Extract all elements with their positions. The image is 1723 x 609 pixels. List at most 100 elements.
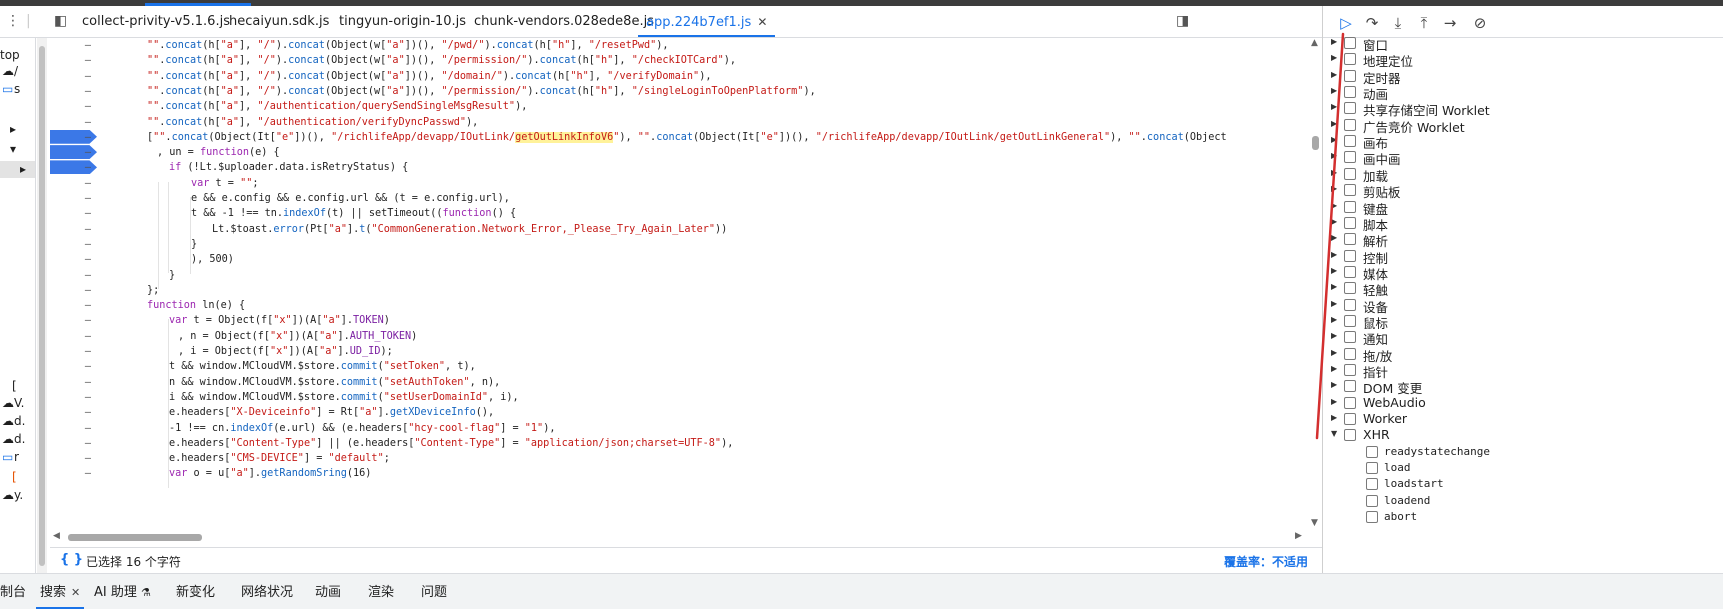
- breakpoint-category[interactable]: ▶ 控制: [1323, 247, 1723, 266]
- breakpoint-category[interactable]: ▶ 动画: [1323, 83, 1723, 102]
- category-checkbox[interactable]: [1344, 167, 1356, 180]
- drawer-tab-search[interactable]: 搜索 ✕: [40, 581, 80, 600]
- category-checkbox[interactable]: [1344, 314, 1356, 327]
- expand-arrow-icon[interactable]: ▶: [1331, 119, 1337, 128]
- expand-arrow-icon[interactable]: ▶: [1331, 37, 1337, 46]
- category-checkbox[interactable]: [1344, 396, 1356, 409]
- editor-vertical-scrollbar[interactable]: ▲ ▼: [1308, 38, 1322, 531]
- expand-arrow-icon[interactable]: ▶: [1331, 53, 1337, 62]
- category-checkbox[interactable]: [1344, 86, 1356, 99]
- expand-arrow-icon[interactable]: ▶: [1331, 266, 1337, 275]
- breakpoint-category[interactable]: ▶ 指针: [1323, 361, 1723, 380]
- scrollbar-thumb[interactable]: [68, 534, 202, 541]
- source-tab-active[interactable]: app.224b7ef1.js ✕: [638, 6, 776, 37]
- tree-item[interactable]: ▸: [0, 161, 35, 178]
- breakpoint-category[interactable]: ▶ 媒体: [1323, 263, 1723, 282]
- event-checkbox[interactable]: [1366, 445, 1378, 458]
- breakpoint-category[interactable]: ▶ 鼠标: [1323, 312, 1723, 331]
- drawer-tab-network-conditions[interactable]: 网络状况: [241, 581, 293, 600]
- breakpoint-category[interactable]: ▶ 地理定位: [1323, 50, 1723, 69]
- breakpoint-category[interactable]: ▶ 键盘: [1323, 198, 1723, 217]
- expand-arrow-icon[interactable]: ▶: [1331, 86, 1337, 95]
- expand-arrow-icon[interactable]: ▶: [1331, 282, 1337, 291]
- breakpoint-category[interactable]: ▶ 轻触: [1323, 279, 1723, 298]
- xhr-event-breakpoint[interactable]: readystatechange: [1323, 443, 1723, 461]
- more-menu-icon[interactable]: ⋮: [6, 13, 20, 29]
- tree-item[interactable]: ▸: [0, 121, 35, 138]
- expand-arrow-icon[interactable]: ▶: [1331, 380, 1337, 389]
- drawer-tab-ai-assistant[interactable]: AI 助理 ⚗: [94, 581, 151, 600]
- code-line[interactable]: – var o = u["a"].getRandomSring(16): [50, 465, 1308, 482]
- resume-icon[interactable]: ▷: [1335, 13, 1357, 33]
- expand-arrow-icon[interactable]: ▶: [1331, 70, 1337, 79]
- expand-arrow-icon[interactable]: ▶: [1331, 217, 1337, 226]
- category-checkbox[interactable]: [1344, 347, 1356, 360]
- scroll-up-icon[interactable]: ▲: [1311, 38, 1318, 48]
- event-checkbox[interactable]: [1366, 478, 1378, 491]
- category-checkbox[interactable]: [1344, 429, 1356, 442]
- category-checkbox[interactable]: [1344, 265, 1356, 278]
- drawer-tab-whats-new[interactable]: 新变化: [176, 581, 215, 600]
- source-tab[interactable]: collect-privity-v5.1.6.js: [82, 6, 230, 38]
- tree-item[interactable]: ☁ y.: [0, 487, 35, 504]
- pretty-print-button[interactable]: { }: [60, 552, 83, 567]
- scrollbar-thumb[interactable]: [39, 46, 45, 566]
- source-tab[interactable]: chunk-vendors.028ede8e.js: [474, 6, 654, 38]
- tree-item[interactable]: top: [0, 47, 35, 64]
- expand-arrow-icon[interactable]: ▶: [1331, 397, 1337, 406]
- navigator-scrollbar[interactable]: [37, 38, 47, 573]
- breakpoint-category[interactable]: ▶ 加载: [1323, 165, 1723, 184]
- expand-arrow-icon[interactable]: ▶: [1331, 102, 1337, 111]
- category-checkbox[interactable]: [1344, 233, 1356, 246]
- scroll-down-icon[interactable]: ▼: [1311, 518, 1318, 528]
- drawer-tab-issues[interactable]: 问题: [421, 581, 447, 600]
- step-into-icon[interactable]: ⤓: [1387, 13, 1409, 33]
- close-tab-icon[interactable]: ✕: [757, 15, 767, 29]
- collapse-arrow-icon[interactable]: ▼: [1331, 429, 1337, 438]
- category-checkbox[interactable]: [1344, 118, 1356, 131]
- toggle-navigator-icon[interactable]: ◧: [54, 13, 67, 29]
- scroll-right-icon[interactable]: ▶: [1295, 531, 1302, 541]
- category-checkbox[interactable]: [1344, 69, 1356, 82]
- editor-horizontal-scrollbar[interactable]: ◀ ▶: [50, 531, 1308, 543]
- expand-arrow-icon[interactable]: ▶: [1331, 184, 1337, 193]
- breakpoint-category[interactable]: ▶ 脚本: [1323, 214, 1723, 233]
- category-checkbox[interactable]: [1344, 53, 1356, 66]
- toggle-debugger-sidebar-icon[interactable]: ◨: [1176, 13, 1189, 29]
- event-checkbox[interactable]: [1366, 462, 1378, 475]
- source-tab[interactable]: tingyun-origin-10.js: [339, 6, 466, 38]
- scrollbar-thumb[interactable]: [1312, 136, 1319, 150]
- close-tab-icon[interactable]: ✕: [71, 586, 80, 599]
- breakpoint-category[interactable]: ▶ 画布: [1323, 132, 1723, 151]
- expand-arrow-icon[interactable]: ▶: [1331, 315, 1337, 324]
- breakpoint-category[interactable]: ▶ 通知: [1323, 328, 1723, 347]
- category-checkbox[interactable]: [1344, 380, 1356, 393]
- expand-arrow-icon[interactable]: ▶: [1331, 201, 1337, 210]
- event-checkbox[interactable]: [1366, 494, 1378, 507]
- step-icon[interactable]: →: [1439, 13, 1461, 33]
- breakpoint-category[interactable]: ▶ 设备: [1323, 296, 1723, 315]
- line-gutter-marker[interactable]: –: [80, 465, 96, 482]
- xhr-event-breakpoint[interactable]: loadend: [1323, 492, 1723, 510]
- category-checkbox[interactable]: [1344, 135, 1356, 148]
- scroll-left-icon[interactable]: ◀: [53, 531, 60, 541]
- breakpoint-category[interactable]: ▶ 窗口: [1323, 34, 1723, 53]
- breakpoint-category[interactable]: ▶ 解析: [1323, 230, 1723, 249]
- step-over-icon[interactable]: ↷: [1361, 13, 1383, 33]
- expand-arrow-icon[interactable]: ▶: [1331, 233, 1337, 242]
- tree-item[interactable]: ▾: [0, 141, 35, 158]
- deactivate-breakpoints-icon[interactable]: ⊘: [1469, 13, 1491, 33]
- category-checkbox[interactable]: [1344, 298, 1356, 311]
- xhr-event-breakpoint[interactable]: abort: [1323, 508, 1723, 526]
- breakpoint-category[interactable]: ▶ 剪贴板: [1323, 181, 1723, 200]
- breakpoint-category[interactable]: ▼ XHR: [1323, 426, 1723, 444]
- source-tab[interactable]: hecaiyun.sdk.js: [229, 6, 329, 38]
- tree-item[interactable]: ☁ /: [0, 63, 35, 80]
- expand-arrow-icon[interactable]: ▶: [1331, 151, 1337, 160]
- breakpoint-category[interactable]: ▶ 拖/放: [1323, 345, 1723, 364]
- expand-arrow-icon[interactable]: ▶: [1331, 413, 1337, 422]
- category-checkbox[interactable]: [1344, 200, 1356, 213]
- drawer-tab-console[interactable]: 制台: [0, 581, 26, 600]
- expand-arrow-icon[interactable]: ▶: [1331, 299, 1337, 308]
- tree-item[interactable]: [: [0, 378, 35, 395]
